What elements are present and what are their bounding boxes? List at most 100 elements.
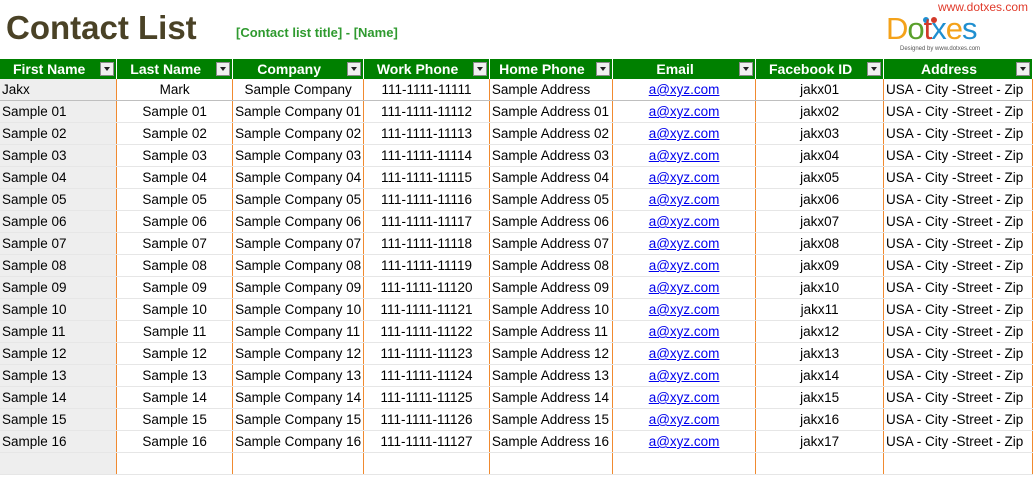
- email-link[interactable]: a@xyz.com: [612, 364, 757, 387]
- home-phone-cell[interactable]: Sample Address 06: [489, 210, 613, 233]
- email-link[interactable]: a@xyz.com: [612, 276, 757, 299]
- work-phone-cell[interactable]: 111-1111-11119: [363, 254, 490, 277]
- last-name-cell[interactable]: Sample 07: [116, 232, 234, 255]
- work-phone-cell[interactable]: 111-1111-11123: [363, 342, 490, 365]
- facebook-id-cell[interactable]: jakx14: [755, 364, 885, 387]
- facebook-id-cell[interactable]: jakx06: [755, 188, 885, 211]
- company-cell[interactable]: Sample Company 12: [232, 342, 365, 365]
- first-name-cell[interactable]: Sample 11: [0, 320, 118, 343]
- last-name-cell[interactable]: Sample 15: [116, 408, 234, 431]
- last-name-cell[interactable]: Sample 12: [116, 342, 234, 365]
- address-cell[interactable]: USA - City -Street - Zip: [883, 144, 1033, 167]
- home-phone-cell[interactable]: [489, 452, 613, 475]
- work-phone-cell[interactable]: 111-1111-11114: [363, 144, 490, 167]
- facebook-id-cell[interactable]: jakx03: [755, 122, 885, 145]
- address-cell[interactable]: USA - City -Street - Zip: [883, 430, 1033, 453]
- column-header-last-name[interactable]: Last Name: [116, 59, 234, 79]
- address-cell[interactable]: USA - City -Street - Zip: [883, 342, 1033, 365]
- work-phone-cell[interactable]: 111-1111-11127: [363, 430, 490, 453]
- address-cell[interactable]: USA - City -Street - Zip: [883, 298, 1033, 321]
- company-cell[interactable]: Sample Company 04: [232, 166, 365, 189]
- company-cell[interactable]: Sample Company 02: [232, 122, 365, 145]
- facebook-id-cell[interactable]: jakx12: [755, 320, 885, 343]
- address-cell[interactable]: USA - City -Street - Zip: [883, 254, 1033, 277]
- email-link[interactable]: a@xyz.com: [612, 210, 757, 233]
- last-name-cell[interactable]: Sample 02: [116, 122, 234, 145]
- facebook-id-cell[interactable]: jakx04: [755, 144, 885, 167]
- home-phone-cell[interactable]: Sample Address 07: [489, 232, 613, 255]
- last-name-cell[interactable]: Sample 03: [116, 144, 234, 167]
- email-link[interactable]: a@xyz.com: [612, 144, 757, 167]
- company-cell[interactable]: Sample Company: [232, 79, 365, 101]
- work-phone-cell[interactable]: 111-1111-11124: [363, 364, 490, 387]
- last-name-cell[interactable]: Mark: [116, 79, 234, 101]
- facebook-id-cell[interactable]: jakx05: [755, 166, 885, 189]
- home-phone-cell[interactable]: Sample Address 02: [489, 122, 613, 145]
- facebook-id-cell[interactable]: jakx10: [755, 276, 885, 299]
- home-phone-cell[interactable]: Sample Address: [489, 79, 613, 101]
- first-name-cell[interactable]: Sample 13: [0, 364, 118, 387]
- company-cell[interactable]: Sample Company 05: [232, 188, 365, 211]
- last-name-cell[interactable]: Sample 14: [116, 386, 234, 409]
- column-header-email[interactable]: Email: [612, 59, 757, 79]
- first-name-cell[interactable]: Sample 07: [0, 232, 118, 255]
- email-link[interactable]: a@xyz.com: [612, 232, 757, 255]
- last-name-cell[interactable]: Sample 10: [116, 298, 234, 321]
- facebook-id-cell[interactable]: jakx01: [755, 79, 885, 101]
- address-cell[interactable]: USA - City -Street - Zip: [883, 122, 1033, 145]
- filter-dropdown-icon[interactable]: [100, 62, 115, 76]
- email-link[interactable]: [612, 452, 757, 475]
- address-cell[interactable]: USA - City -Street - Zip: [883, 386, 1033, 409]
- last-name-cell[interactable]: [116, 452, 234, 475]
- address-cell[interactable]: USA - City -Street - Zip: [883, 364, 1033, 387]
- work-phone-cell[interactable]: 111-1111-11122: [363, 320, 490, 343]
- email-link[interactable]: a@xyz.com: [612, 320, 757, 343]
- email-link[interactable]: a@xyz.com: [612, 342, 757, 365]
- address-cell[interactable]: USA - City -Street - Zip: [883, 79, 1033, 101]
- company-cell[interactable]: Sample Company 10: [232, 298, 365, 321]
- first-name-cell[interactable]: Sample 02: [0, 122, 118, 145]
- facebook-id-cell[interactable]: jakx02: [755, 100, 885, 123]
- email-link[interactable]: a@xyz.com: [612, 100, 757, 123]
- home-phone-cell[interactable]: Sample Address 09: [489, 276, 613, 299]
- work-phone-cell[interactable]: 111-1111-11121: [363, 298, 490, 321]
- last-name-cell[interactable]: Sample 09: [116, 276, 234, 299]
- filter-dropdown-icon[interactable]: [216, 62, 231, 76]
- facebook-id-cell[interactable]: jakx15: [755, 386, 885, 409]
- first-name-cell[interactable]: Sample 15: [0, 408, 118, 431]
- first-name-cell[interactable]: Sample 12: [0, 342, 118, 365]
- company-cell[interactable]: Sample Company 08: [232, 254, 365, 277]
- first-name-cell[interactable]: Sample 09: [0, 276, 118, 299]
- address-cell[interactable]: USA - City -Street - Zip: [883, 166, 1033, 189]
- work-phone-cell[interactable]: 111-1111-11118: [363, 232, 490, 255]
- facebook-id-cell[interactable]: jakx17: [755, 430, 885, 453]
- home-phone-cell[interactable]: Sample Address 05: [489, 188, 613, 211]
- company-cell[interactable]: Sample Company 07: [232, 232, 365, 255]
- work-phone-cell[interactable]: 111-1111-11117: [363, 210, 490, 233]
- first-name-cell[interactable]: Sample 04: [0, 166, 118, 189]
- address-cell[interactable]: USA - City -Street - Zip: [883, 408, 1033, 431]
- work-phone-cell[interactable]: 111-1111-11126: [363, 408, 490, 431]
- email-link[interactable]: a@xyz.com: [612, 122, 757, 145]
- column-header-facebook-id[interactable]: Facebook ID: [755, 59, 885, 79]
- email-link[interactable]: a@xyz.com: [612, 254, 757, 277]
- column-header-work-phone[interactable]: Work Phone: [363, 59, 490, 79]
- last-name-cell[interactable]: Sample 04: [116, 166, 234, 189]
- work-phone-cell[interactable]: 111-1111-11113: [363, 122, 490, 145]
- filter-dropdown-icon[interactable]: [347, 62, 362, 76]
- email-link[interactable]: a@xyz.com: [612, 298, 757, 321]
- column-header-home-phone[interactable]: Home Phone: [489, 59, 613, 79]
- facebook-id-cell[interactable]: jakx07: [755, 210, 885, 233]
- filter-dropdown-icon[interactable]: [867, 62, 882, 76]
- first-name-cell[interactable]: Sample 10: [0, 298, 118, 321]
- last-name-cell[interactable]: Sample 16: [116, 430, 234, 453]
- home-phone-cell[interactable]: Sample Address 11: [489, 320, 613, 343]
- address-cell[interactable]: USA - City -Street - Zip: [883, 320, 1033, 343]
- first-name-cell[interactable]: Sample 16: [0, 430, 118, 453]
- email-link[interactable]: a@xyz.com: [612, 79, 757, 101]
- address-cell[interactable]: USA - City -Street - Zip: [883, 100, 1033, 123]
- column-header-company[interactable]: Company: [232, 59, 365, 79]
- company-cell[interactable]: [232, 452, 365, 475]
- filter-dropdown-icon[interactable]: [739, 62, 754, 76]
- work-phone-cell[interactable]: 111-1111-11120: [363, 276, 490, 299]
